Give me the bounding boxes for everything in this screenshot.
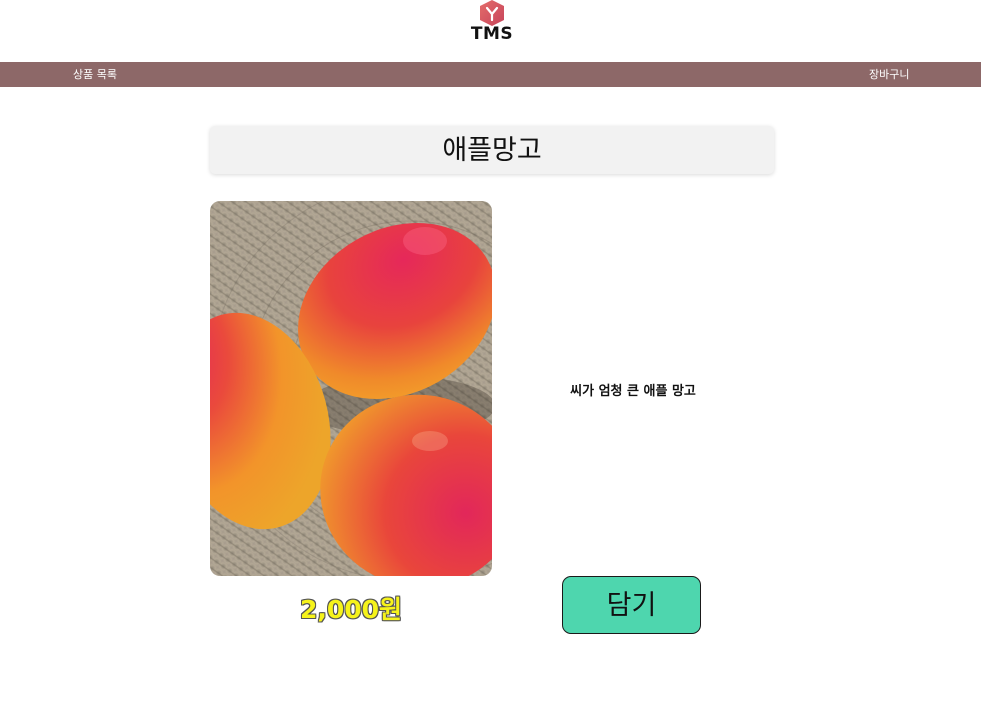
product-price: 2,000원	[299, 595, 403, 624]
nav-cart-link[interactable]: 장바구니	[869, 62, 909, 87]
product-title: 애플망고	[210, 126, 774, 174]
nav-product-list-link[interactable]: 상품 목록	[73, 62, 117, 87]
logo-text: TMS	[470, 24, 514, 44]
product-detail-page: TMS 상품 목록 장바구니 애플망고 씨가 엄청 큰 애플 망고 2,000원…	[0, 0, 981, 721]
tms-logo[interactable]: TMS	[465, 0, 519, 46]
product-description: 씨가 엄청 큰 애플 망고	[570, 384, 696, 399]
navbar: 상품 목록 장바구니	[0, 62, 981, 87]
add-to-cart-button[interactable]: 담기	[562, 576, 701, 634]
product-image	[210, 201, 492, 576]
